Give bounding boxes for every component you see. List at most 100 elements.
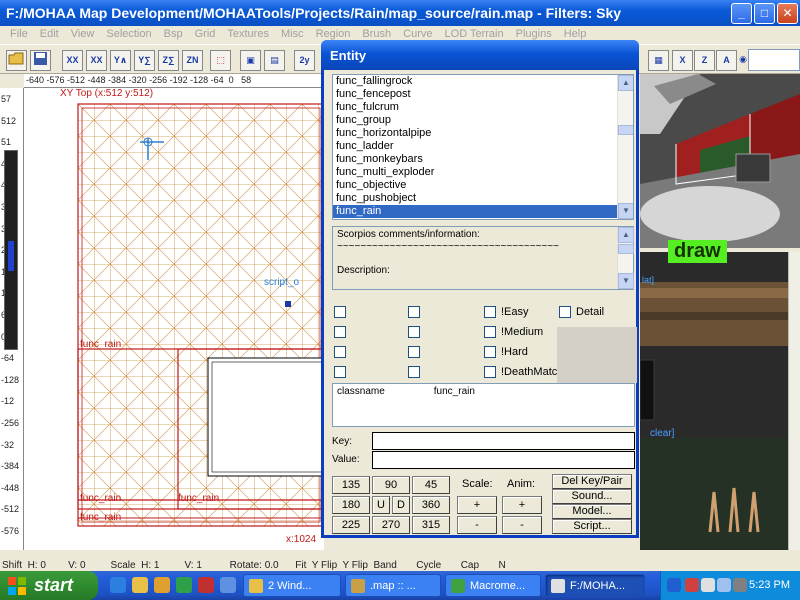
media-icon[interactable] — [176, 577, 192, 593]
angle-315-button[interactable]: 315 — [412, 516, 450, 534]
scroll-up-icon[interactable]: ▲ — [618, 227, 634, 243]
quicklaunch-icon[interactable] — [220, 577, 236, 593]
scroll-down-icon[interactable]: ▼ — [618, 273, 634, 289]
scale-minus-button[interactable]: - — [457, 516, 497, 534]
anim-plus-button[interactable]: + — [502, 496, 542, 514]
tray-icon[interactable] — [717, 578, 731, 592]
flag-checkbox[interactable] — [484, 346, 496, 358]
class-list-item[interactable]: func_fulcrum — [333, 101, 633, 114]
clipper-icon[interactable]: ▣ — [240, 50, 261, 71]
menu-edit[interactable]: Edit — [34, 26, 65, 44]
flag-checkbox[interactable] — [408, 306, 420, 318]
view-a-button[interactable]: A — [716, 50, 737, 71]
ie-icon[interactable] — [110, 577, 126, 593]
scroll-up-icon[interactable]: ▲ — [618, 75, 633, 91]
rotate-x-icon[interactable]: XX — [86, 50, 107, 71]
keyvalue-row[interactable]: classname func_rain — [337, 386, 630, 397]
view-z-button[interactable]: Z — [694, 50, 715, 71]
entity-class-list[interactable]: func_fallingrock func_fencepost func_ful… — [332, 74, 634, 220]
class-list-item-selected[interactable]: func_rain — [333, 205, 617, 218]
texture-browser[interactable] — [640, 252, 788, 550]
texture-scrollbar[interactable] — [788, 252, 800, 550]
explorer-icon[interactable] — [132, 577, 148, 593]
taskbar-button[interactable]: .map :: ... — [345, 574, 441, 597]
texture-lock-icon[interactable]: ◉ — [738, 50, 748, 71]
class-list-item[interactable]: func_ladder — [333, 140, 633, 153]
tray-icon[interactable] — [701, 578, 715, 592]
scroll-thumb[interactable] — [618, 125, 633, 135]
taskbar-button-active[interactable]: F:/MOHA... — [545, 574, 645, 597]
tray-icon[interactable] — [685, 578, 699, 592]
menu-selection[interactable]: Selection — [100, 26, 157, 44]
script-button[interactable]: Script... — [552, 519, 632, 534]
angle-180-button[interactable]: 180 — [332, 496, 370, 514]
model-button[interactable]: Model... — [552, 504, 632, 519]
class-list-item[interactable]: func_pushobject — [333, 192, 633, 205]
minimize-button[interactable]: _ — [731, 3, 752, 24]
scroll-thumb[interactable] — [618, 244, 634, 254]
flag-checkbox[interactable] — [334, 306, 346, 318]
info-scrollbar[interactable]: ▲ ▼ — [617, 227, 634, 289]
sound-button[interactable]: Sound... — [552, 489, 632, 504]
view-swap-icon[interactable]: 2y — [294, 50, 315, 71]
flag-checkbox[interactable] — [408, 346, 420, 358]
camera-view[interactable] — [640, 74, 800, 248]
angle-90-button[interactable]: 90 — [372, 476, 410, 494]
angle-135-button[interactable]: 135 — [332, 476, 370, 494]
flag-checkbox[interactable] — [408, 366, 420, 378]
flag-checkbox[interactable] — [334, 326, 346, 338]
menu-view[interactable]: View — [65, 26, 101, 44]
rotate-z-icon[interactable]: ZN — [182, 50, 203, 71]
select-region-icon[interactable]: ⬚ — [210, 50, 231, 71]
class-list-item[interactable]: func_fallingrock — [333, 75, 633, 88]
close-button[interactable]: ✕ — [777, 3, 798, 24]
taskbar-button[interactable]: Macrome... — [445, 574, 541, 597]
class-list-item[interactable]: func_group — [333, 114, 633, 127]
class-list-item[interactable]: func_horizontalpipe — [333, 127, 633, 140]
value-input[interactable] — [372, 451, 635, 469]
flag-checkbox[interactable] — [334, 366, 346, 378]
scale-plus-button[interactable]: + — [457, 496, 497, 514]
angle-45-button[interactable]: 45 — [412, 476, 450, 494]
save-icon[interactable] — [30, 50, 51, 71]
quicklaunch-icon[interactable] — [198, 577, 214, 593]
flag-checkbox[interactable] — [559, 306, 571, 318]
toolbar-extra-icon[interactable]: ▦ — [648, 50, 669, 71]
angle-up-button[interactable]: U — [372, 496, 390, 514]
flag-checkbox[interactable] — [484, 306, 496, 318]
xy-viewport[interactable]: XY Top (x:512 y:512) func_rain func_rain… — [24, 88, 324, 550]
quicklaunch-icon[interactable] — [154, 577, 170, 593]
tray-arrow-icon[interactable] — [667, 578, 681, 592]
flip-z-icon[interactable]: Z∑ — [158, 50, 179, 71]
angle-down-button[interactable]: D — [392, 496, 410, 514]
rotate-y-icon[interactable]: Y∑ — [134, 50, 155, 71]
angle-225-button[interactable]: 225 — [332, 516, 370, 534]
flag-checkbox[interactable] — [334, 346, 346, 358]
class-list-item[interactable]: func_fencepost — [333, 88, 633, 101]
toolbar-input[interactable] — [748, 49, 800, 71]
clipper2-icon[interactable]: ▤ — [264, 50, 285, 71]
flag-checkbox[interactable] — [484, 366, 496, 378]
scroll-down-icon[interactable]: ▼ — [618, 203, 633, 219]
maximize-button[interactable]: □ — [754, 3, 775, 24]
del-key-pair-button[interactable]: Del Key/Pair — [552, 474, 632, 489]
flag-checkbox[interactable] — [408, 326, 420, 338]
menu-file[interactable]: File — [4, 26, 34, 44]
anim-minus-button[interactable]: - — [502, 516, 542, 534]
flag-checkbox[interactable] — [484, 326, 496, 338]
taskbar-button[interactable]: 2 Wind... — [243, 574, 341, 597]
flip-y-icon[interactable]: Y∧ — [110, 50, 131, 71]
menu-bsp[interactable]: Bsp — [158, 26, 189, 44]
class-list-item[interactable]: func_multi_exploder — [333, 166, 633, 179]
menu-textures[interactable]: Textures — [221, 26, 275, 44]
key-input[interactable] — [372, 432, 635, 450]
class-list-scrollbar[interactable]: ▲ ▼ — [617, 75, 633, 219]
volume-icon[interactable] — [733, 578, 747, 592]
flip-x-icon[interactable]: XX — [62, 50, 83, 71]
menu-grid[interactable]: Grid — [189, 26, 222, 44]
angle-270-button[interactable]: 270 — [372, 516, 410, 534]
angle-360-button[interactable]: 360 — [412, 496, 450, 514]
class-list-item[interactable]: func_objective — [333, 179, 633, 192]
keyvalue-list[interactable]: classname func_rain — [332, 383, 635, 427]
z-view-bar[interactable] — [4, 150, 18, 350]
